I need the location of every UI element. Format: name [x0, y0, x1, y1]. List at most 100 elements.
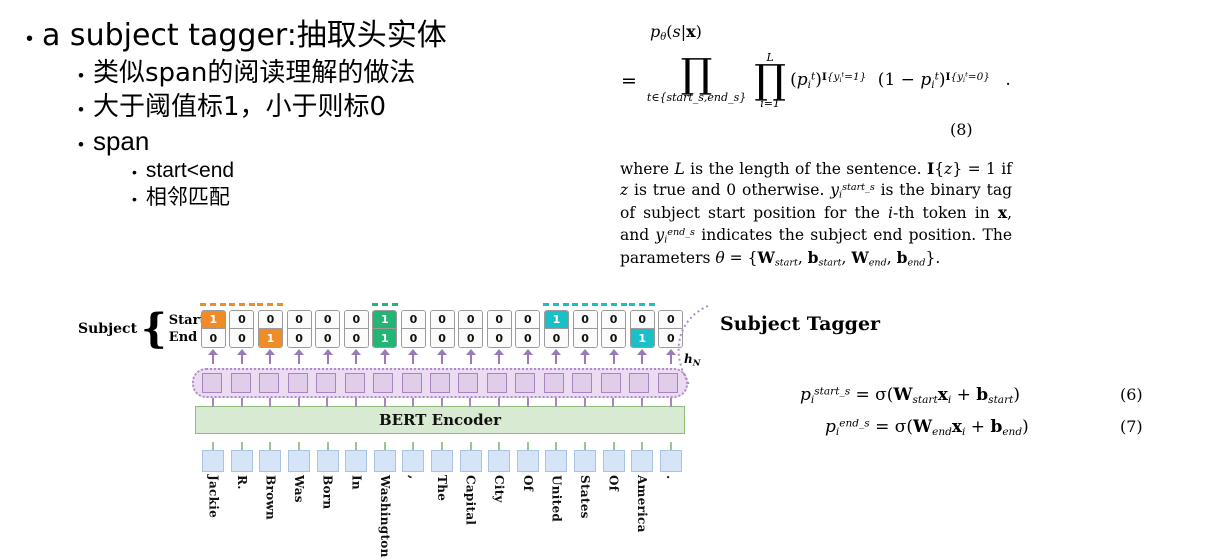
token-box: [459, 450, 482, 472]
tag-column: 00: [399, 303, 428, 364]
token-box: [202, 450, 225, 472]
token-box: [516, 450, 539, 472]
tag-cell-pair: 00: [601, 310, 627, 348]
tag-column: 00: [514, 303, 543, 364]
tag-column: 00: [313, 303, 342, 364]
token-label: Washington: [377, 475, 392, 558]
bullet-dot-icon: •: [132, 164, 137, 181]
token-box: [259, 450, 282, 472]
token-box: [288, 450, 311, 472]
encoder-stem: [212, 398, 214, 407]
span-dash-bar: [600, 303, 627, 308]
hidden-state-box: [429, 373, 450, 393]
token-box: [345, 450, 368, 472]
equation8-lhs: pθ(s|x): [650, 22, 702, 43]
token-label: In: [349, 475, 364, 490]
product-outer-limit: t∈{start_s,end_s}: [646, 91, 747, 104]
bullet-dot-icon: •: [26, 28, 34, 50]
start-tag-cell: 0: [287, 311, 311, 329]
token-column: City: [485, 442, 514, 558]
hidden-state-cell: [255, 373, 283, 393]
equation7: piend_s = σ(Wendxi + bend): [825, 417, 1029, 438]
bullet-dot-icon: •: [78, 134, 84, 154]
tag-column: 00: [599, 303, 628, 364]
up-arrow-icon: [608, 349, 619, 364]
hidden-state-box: [344, 373, 365, 393]
tag-column: 00: [485, 303, 514, 364]
bullet-dot-icon: •: [78, 100, 84, 120]
token-stem: [326, 442, 329, 450]
encoder-stem: [269, 398, 272, 407]
token-box: [488, 450, 511, 472]
paper-prose: where L is the length of the sentence. I…: [620, 159, 1012, 269]
bullet-text: start<end: [145, 159, 235, 183]
up-arrow-icon: [322, 349, 333, 364]
start-tag-cell: 0: [401, 311, 425, 329]
end-tag-cell: 0: [516, 329, 540, 347]
token-stem: [469, 442, 472, 450]
token-column: United: [542, 442, 571, 558]
token-label: Brown: [263, 475, 278, 521]
hidden-state-cell: [597, 373, 625, 393]
bullet-level2: • 类似span的阅读理解的做法: [78, 58, 600, 89]
bullet-text: 相邻匹配: [145, 185, 230, 210]
hn-pointer-curve: [677, 305, 709, 387]
token-column: Of: [514, 442, 543, 558]
token-box: [402, 450, 425, 472]
token-label: R.: [234, 475, 249, 490]
tag-cell-pair: 00: [315, 310, 341, 348]
start-tag-cell: 0: [316, 311, 340, 329]
token-label: America: [635, 475, 650, 533]
token-label: The: [435, 475, 450, 502]
subject-brace-group: Subject { Start End: [78, 309, 205, 349]
encoder-stem: [612, 398, 615, 407]
token-label: Of: [520, 475, 535, 492]
encoder-stem: [583, 398, 586, 407]
tag-cell-pair: 00: [486, 310, 512, 348]
token-stem: [526, 442, 529, 450]
tag-column: 10: [542, 303, 571, 364]
start-tag-cell: 0: [430, 311, 454, 329]
token-stem: [441, 442, 444, 450]
up-arrow-icon: [551, 349, 562, 364]
bullet-text: 类似span的阅读理解的做法: [92, 58, 416, 89]
encoder-stem: [412, 398, 415, 407]
encoder-stem: [555, 398, 558, 407]
token-column: The: [428, 442, 457, 558]
token-column: ,: [399, 442, 428, 558]
token-box: [659, 450, 682, 472]
end-tag-cell: 0: [287, 329, 311, 347]
encoder-stem: [641, 398, 643, 407]
token-stem: [412, 442, 415, 450]
tag-column: 00: [456, 303, 485, 364]
hidden-state-cell: [426, 373, 454, 393]
token-column: Was: [285, 442, 314, 558]
token-stem: [212, 442, 215, 450]
end-tag-cell: 0: [487, 329, 511, 347]
product-operator-inner: L ∏ i=1: [754, 51, 787, 110]
span-dash-bar: [458, 303, 484, 308]
token-stem: [355, 442, 358, 450]
span-dash-bar: [486, 303, 512, 308]
up-arrow-icon: [465, 349, 476, 364]
hidden-state-box: [230, 373, 251, 393]
up-arrow-icon: [437, 349, 448, 364]
hidden-state-cell: [397, 373, 425, 393]
up-arrow-icon: [265, 349, 276, 364]
up-arrow-icon: [408, 349, 419, 364]
hidden-state-cell: [511, 373, 539, 393]
hidden-state-box: [287, 373, 308, 393]
end-tag-cell: 0: [544, 329, 568, 347]
token-stem: [269, 442, 272, 450]
encoder-stem: [297, 398, 300, 407]
token-label: Capital: [463, 475, 478, 526]
tag-cell-pair: 00: [286, 310, 312, 348]
tag-cell-pair: 00: [229, 310, 255, 348]
token-column: Brown: [256, 442, 285, 558]
token-stem: [240, 442, 243, 450]
bullet-dot-icon: •: [78, 66, 84, 86]
encoder-stem: [526, 398, 529, 407]
bullet-text: 大于阈值标1，小于则标0: [92, 92, 387, 123]
start-tag-cell: 0: [230, 311, 254, 329]
tag-grid: 1000010000001100000000001000000100: [199, 303, 685, 364]
